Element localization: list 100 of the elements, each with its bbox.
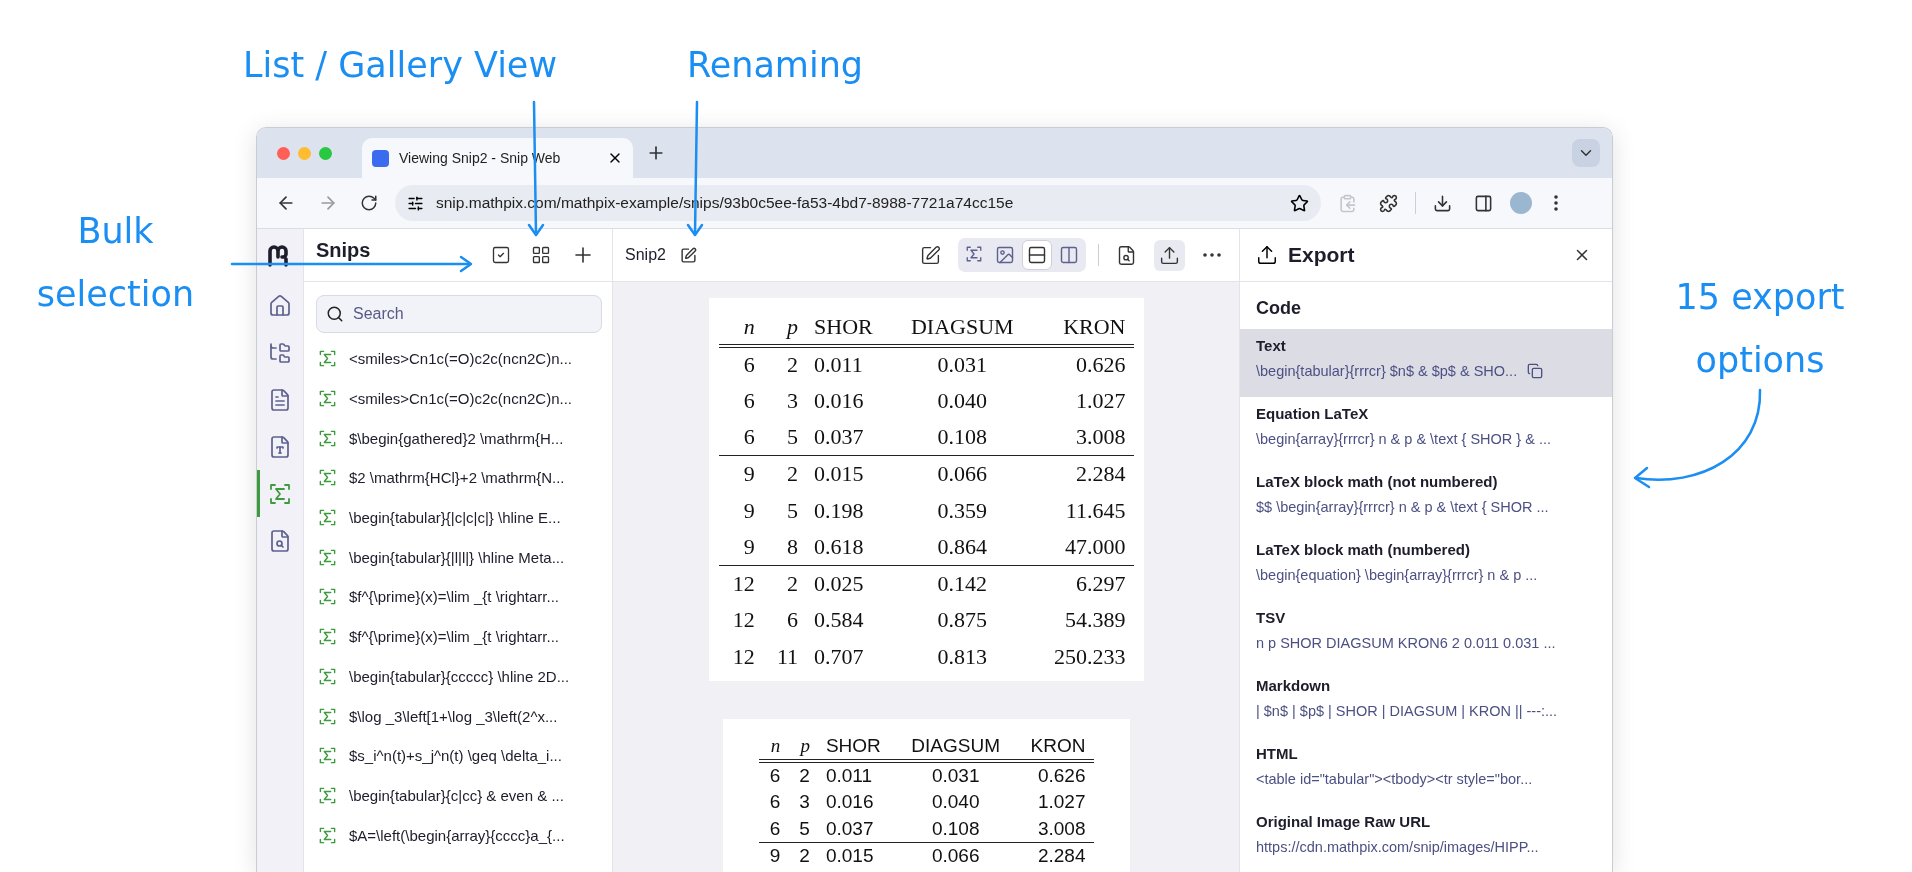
table-cell-text: 250.233 [1053, 643, 1127, 672]
export-option-preview: n p SHOR DIAGSUM KRON6 2 0.011 0.031 ... [1256, 635, 1556, 651]
table-header-cell: n [718, 310, 763, 346]
download-icon [1433, 193, 1452, 213]
table-cell: 0.015 [806, 455, 894, 493]
export-option[interactable]: TSV n p SHOR DIAGSUM KRON6 2 0.011 0.031 ... [1240, 601, 1612, 669]
table-cell: 9 [758, 842, 789, 870]
table-cell: 9 [718, 528, 763, 566]
table-cell: 9 [718, 455, 763, 493]
table-cell: 0.025 [806, 565, 894, 603]
copy-icon[interactable] [1527, 363, 1544, 379]
split-columns-icon [1059, 245, 1079, 265]
export-option-label: LaTeX block math (numbered) [1256, 541, 1470, 558]
sigma-icon [318, 349, 337, 369]
clipboard-icon [1338, 193, 1357, 213]
table-cell-text: 12 [731, 643, 756, 672]
export-option-preview: $$ \begin{array}{rrrcr} n & p & \text { SHOR ... [1256, 499, 1549, 515]
export-option-preview: \begin{equation} \begin{array}{rrrcr} n & p ... [1256, 567, 1538, 583]
pencil-icon [679, 246, 697, 264]
snip-list-item[interactable]: <smiles>Cn1c(=O)c2c(ncn2C)n... [304, 339, 612, 379]
snip-list-item[interactable]: \begin{tabular}{|c|c|c|} \hline E... [304, 497, 612, 538]
table-cell-text: 0.040 [930, 789, 981, 814]
document-icon [268, 387, 292, 412]
export-option[interactable]: Text \begin{tabular}{rrrcr} $n$ & $p$ & SHO... [1240, 329, 1612, 397]
sigma-icon [318, 428, 337, 448]
table-cell-text: 1.027 [1036, 789, 1087, 814]
snip-list-item[interactable]: $\begin{gathered}2 \mathrm{H... [304, 418, 612, 459]
stacked-view-toggle[interactable] [1022, 240, 1052, 270]
sigma-icon [268, 481, 292, 506]
table-header-cell: p [788, 733, 818, 762]
snip-list-item[interactable]: $2 \mathrm{HCl}+2 \mathrm{N... [304, 458, 612, 498]
table-cell: 5 [788, 815, 818, 843]
table-cell-text: 0.016 [813, 386, 865, 415]
table-cell-text: 0.198 [813, 496, 865, 525]
sigma-icon [318, 666, 337, 686]
table-cell: 6 [718, 346, 763, 383]
export-button[interactable] [1154, 239, 1185, 271]
table-cell: 0.864 [893, 528, 1032, 566]
table-cell-text: 6 [786, 606, 800, 635]
snip-title: Snip2 [625, 246, 666, 264]
sigma-icon [318, 389, 337, 409]
table-cell-text: 0.707 [813, 643, 865, 672]
upload-icon [1159, 244, 1180, 266]
search-field[interactable]: Search [316, 295, 602, 333]
sigma-icon [318, 508, 337, 528]
sigma-icon [318, 627, 337, 647]
sigma-icon [318, 785, 337, 805]
table-cell: 0.011 [806, 346, 894, 383]
table-header-cell: DIAGSUM [893, 310, 1032, 346]
snip-list-item[interactable]: $s_i^n(t)+s_j^n(t) \geq \delta_i... [304, 735, 612, 776]
section-heading: Code [1255, 297, 1302, 320]
export-option-label: TSV [1256, 609, 1286, 626]
file-search-icon [268, 528, 292, 553]
snip-list-item[interactable]: $A=\left(\begin{array}{cccc}a_{... [304, 815, 612, 855]
sigma-icon [318, 746, 337, 766]
site-settings-icon[interactable] [407, 194, 424, 212]
export-option[interactable]: LaTeX block math (numbered) \begin{equation} \begin{array}{rrrcr} n & p ... [1240, 533, 1612, 601]
snip-list-item[interactable]: <smiles>Cn1c(=O)c2c(ncn2C)n... [304, 378, 612, 419]
table-cell-text: 0.359 [936, 496, 989, 525]
export-option-preview: <table id="tabular"><tbody><tr style="bor... [1256, 771, 1533, 787]
table-cell: 2 [788, 842, 818, 870]
table-cell-text: 0.584 [813, 606, 865, 635]
table-header-cell: DIAGSUM [897, 733, 1015, 762]
export-option[interactable]: HTML <table id="tabular"><tbody><tr style="bor... [1240, 737, 1612, 805]
table-cell: 0.011 [817, 761, 898, 789]
annotation-label: List / Gallery View [241, 44, 559, 87]
snip-list-item[interactable]: \begin{tabular}{ccccc} \hline 2D... [304, 656, 612, 697]
snip-list-item[interactable]: \begin{tabular}{|l|l|} \hline Meta... [304, 537, 612, 578]
snip-list-item[interactable]: $f^{\prime}(x)=\lim _{t \rightarr... [304, 577, 612, 617]
export-option[interactable]: Markdown | $n$ | $p$ | SHOR | DIAGSUM | KRON || ---:... [1240, 669, 1612, 737]
table-cell-text: 0.016 [824, 789, 875, 814]
table-cell: 2.284 [1014, 842, 1094, 870]
panel-title: Snips [316, 238, 371, 262]
table-cell: 0.037 [806, 419, 894, 456]
table-cell: 0.015 [817, 842, 898, 870]
table-cell: 0.108 [893, 419, 1032, 456]
table-cell-text: 3 [786, 386, 800, 415]
search-icon [326, 305, 344, 323]
table-cell: 8 [762, 528, 807, 566]
more-horizontal-icon [1203, 253, 1221, 257]
snip-list-item[interactable]: $f^{\prime}(x)=\lim _{t \rightarr... [304, 616, 612, 657]
annotation-label: Renaming [685, 44, 865, 87]
bookmark-star-icon[interactable] [1290, 193, 1309, 213]
table-cell: 0.066 [897, 842, 1015, 870]
export-option[interactable]: Equation LaTeX \begin{array}{rrrcr} n & p & \text { SHOR } & ... [1240, 397, 1612, 465]
export-option[interactable]: LaTeX block math (not numbered) $$ \begin{array}{rrrcr} n & p & \text { SHOR ... [1240, 465, 1612, 533]
table-cell: 6.297 [1031, 565, 1134, 603]
table-cell: 47.000 [1031, 528, 1134, 566]
snip-list-item[interactable]: \begin{tabular}{c|cc} & even & ... [304, 775, 612, 816]
tab-list-button[interactable] [1572, 139, 1600, 167]
tree-icon [268, 340, 292, 365]
file-type-icon [268, 434, 292, 459]
snip-list-item[interactable]: $\log _3\left[1+\log _3\left(2^x... [304, 696, 612, 736]
table-cell: 0.066 [893, 455, 1032, 493]
table-cell-text: 0.813 [936, 643, 989, 672]
export-option[interactable]: Original Image Raw URL https://cdn.mathpix.com/snip/images/HIPP... [1240, 805, 1612, 872]
table-cell: 0.618 [806, 528, 894, 566]
table-cell: 12 [718, 565, 763, 603]
table-cell: 3.008 [1031, 419, 1134, 456]
table-cell-text: 1.027 [1075, 386, 1127, 415]
